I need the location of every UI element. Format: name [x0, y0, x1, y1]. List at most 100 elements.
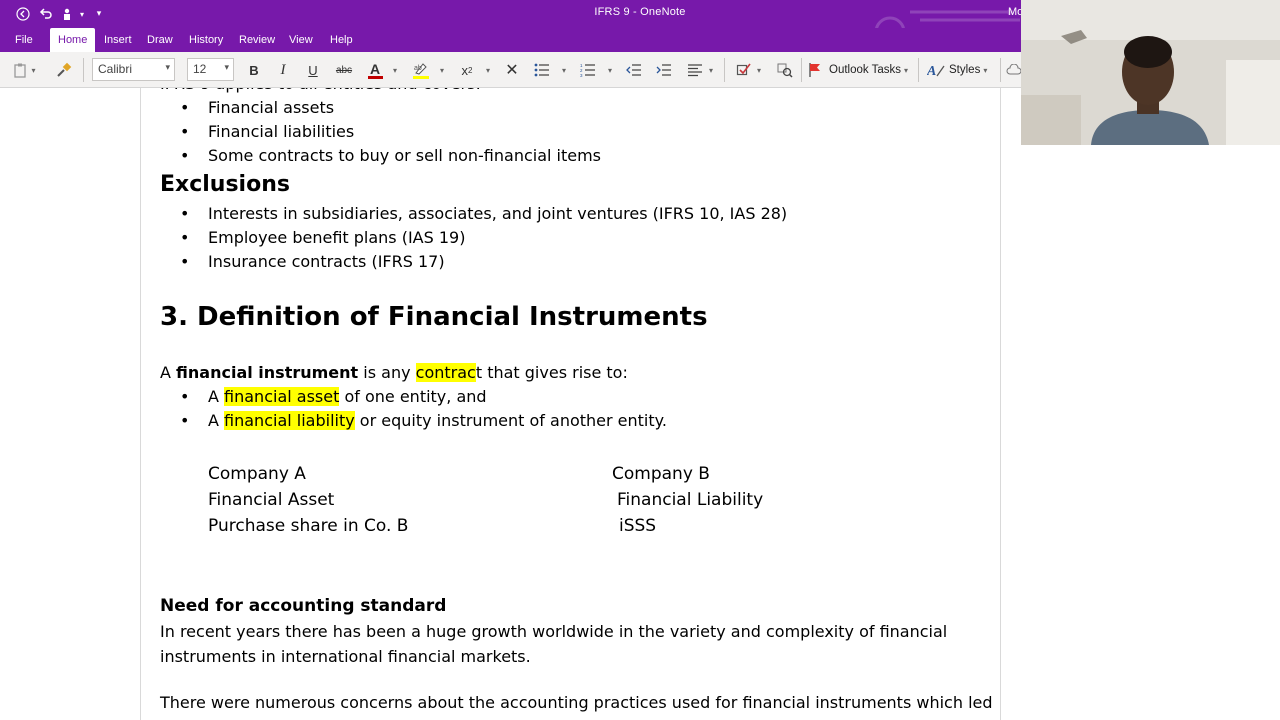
example-table: Company A Financial Asset Purchase share…	[160, 461, 1000, 539]
definition-list: A financial asset of one entity, and A f…	[160, 385, 1000, 433]
highlighter-icon: ab	[414, 62, 427, 75]
list-item: Financial assets	[160, 96, 1000, 120]
styles-button[interactable]: A Styles ▾	[927, 59, 993, 81]
alignment-dropdown-icon[interactable]: ▾	[706, 59, 716, 81]
list-item-suffix: or equity instrument of another entity.	[354, 411, 667, 430]
tag-dropdown-icon[interactable]: ▾	[754, 59, 764, 81]
paste-button[interactable]: ▾	[8, 59, 40, 81]
definition-rest: that gives rise to:	[482, 363, 628, 382]
numbered-list-icon: 123	[580, 63, 595, 77]
font-color-button[interactable]: A	[364, 59, 386, 81]
styles-icon: A	[927, 64, 945, 78]
definition-a: A	[160, 363, 177, 382]
chevron-down-icon: ▾	[983, 65, 988, 75]
tab-view[interactable]: View	[281, 28, 321, 52]
definition-text: A financial instrument is any contract t…	[160, 361, 1000, 385]
strikethrough-button[interactable]: abc	[333, 59, 355, 81]
need-paragraph-2: There were numerous concerns about the a…	[160, 693, 993, 712]
chevron-down-icon: ▾	[165, 62, 170, 72]
paragraph-alignment-button[interactable]	[685, 59, 705, 81]
need-heading: Need for accounting standard	[160, 596, 447, 616]
divider	[83, 58, 84, 82]
list-item: Employee benefit plans (IAS 19)	[160, 226, 1000, 250]
list-item: Insurance contracts (IFRS 17)	[160, 250, 1000, 274]
exclusions-list: Interests in subsidiaries, associates, a…	[160, 202, 1000, 274]
svg-text:A: A	[927, 64, 936, 78]
checkbox-tag-icon	[736, 63, 751, 76]
tab-help[interactable]: Help	[322, 28, 361, 52]
divider	[1000, 58, 1001, 82]
list-item: A financial asset of one entity, and	[160, 385, 1000, 409]
definition-is-any: is any	[358, 363, 416, 382]
format-painter-button[interactable]	[54, 59, 74, 81]
styles-label: Styles	[949, 64, 981, 76]
find-tags-icon	[777, 63, 793, 78]
font-size-value: 12	[193, 62, 207, 76]
table-cell-right: Company B	[612, 464, 710, 484]
numbering-dropdown-icon[interactable]: ▾	[605, 59, 615, 81]
divider	[801, 58, 802, 82]
tag-button[interactable]	[734, 59, 754, 81]
list-item-suffix: of one entity, and	[339, 387, 487, 406]
underline-button[interactable]: U	[303, 59, 323, 81]
section-3-heading: 3. Definition of Financial Instruments	[160, 302, 708, 332]
bold-button[interactable]: B	[244, 59, 264, 81]
divider	[724, 58, 725, 82]
note-content[interactable]: IFRS 9 applies to all entities and cover…	[160, 88, 1000, 715]
list-item-prefix: A	[208, 387, 225, 406]
font-name-value: Calibri	[98, 62, 133, 76]
flag-icon	[809, 63, 820, 77]
list-item: Financial liabilities	[160, 120, 1000, 144]
numbering-button[interactable]: 123	[578, 59, 598, 81]
table-cell-left: Company A	[208, 464, 306, 484]
chevron-down-icon: ▾	[904, 65, 909, 75]
highlight-financial-asset: financial asset	[224, 387, 340, 406]
indent-icon	[656, 64, 671, 76]
subscript-index: 2	[468, 65, 473, 75]
table-cell-right: Financial Liability	[617, 490, 764, 510]
italic-button[interactable]: I	[273, 59, 293, 81]
font-color-dropdown-icon[interactable]: ▾	[390, 59, 400, 81]
presenter-video-icon	[1021, 0, 1280, 145]
bullets-dropdown-icon[interactable]: ▾	[559, 59, 569, 81]
tab-home[interactable]: Home	[50, 28, 96, 52]
find-tags-button[interactable]	[775, 59, 795, 81]
increase-indent-button[interactable]	[654, 59, 674, 81]
tab-history[interactable]: History	[181, 28, 231, 52]
subscript-button[interactable]: x2	[455, 59, 479, 81]
need-paragraph-1: In recent years there has been a huge gr…	[160, 622, 948, 666]
definition-term: financial instrument	[176, 363, 359, 382]
chevron-down-icon: ▾	[224, 62, 229, 72]
outlook-tasks-label: Outlook Tasks	[829, 64, 902, 76]
subscript-dropdown-icon[interactable]: ▾	[483, 59, 493, 81]
bullet-list-icon	[534, 63, 549, 77]
note-canvas[interactable]: IFRS 9 applies to all entities and cover…	[0, 88, 1280, 720]
font-color-letter: A	[369, 60, 381, 77]
font-size-select[interactable]: 12 ▾	[187, 58, 234, 81]
highlight-button[interactable]: ab	[409, 59, 433, 81]
table-cell-right: iSSS	[619, 516, 657, 536]
font-color-bar	[367, 75, 383, 79]
list-item-prefix: A	[208, 411, 225, 430]
highlight-financial-liability: financial liability	[224, 411, 355, 430]
divider	[918, 58, 919, 82]
format-painter-icon	[57, 62, 72, 77]
bullets-button[interactable]	[532, 59, 552, 81]
webcam-overlay	[1021, 0, 1280, 145]
highlight-dropdown-icon[interactable]: ▾	[437, 59, 447, 81]
list-item: Some contracts to buy or sell non-financ…	[160, 144, 1000, 168]
list-item: A financial liability or equity instrume…	[160, 409, 1000, 433]
svg-text:3: 3	[580, 73, 583, 77]
tab-review[interactable]: Review	[231, 28, 283, 52]
outdent-icon	[626, 64, 641, 76]
tab-draw[interactable]: Draw	[139, 28, 181, 52]
list-item: Interests in subsidiaries, associates, a…	[160, 202, 1000, 226]
clear-formatting-button[interactable]: ✕	[501, 59, 523, 81]
decrease-indent-button[interactable]	[624, 59, 644, 81]
font-name-select[interactable]: Calibri ▾	[92, 58, 175, 81]
tab-file[interactable]: File	[7, 28, 41, 52]
outlook-tasks-button[interactable]: Outlook Tasks ▾	[808, 59, 914, 81]
cloud-icon[interactable]	[1006, 59, 1022, 81]
tab-insert[interactable]: Insert	[96, 28, 140, 52]
clipboard-icon	[14, 63, 27, 78]
